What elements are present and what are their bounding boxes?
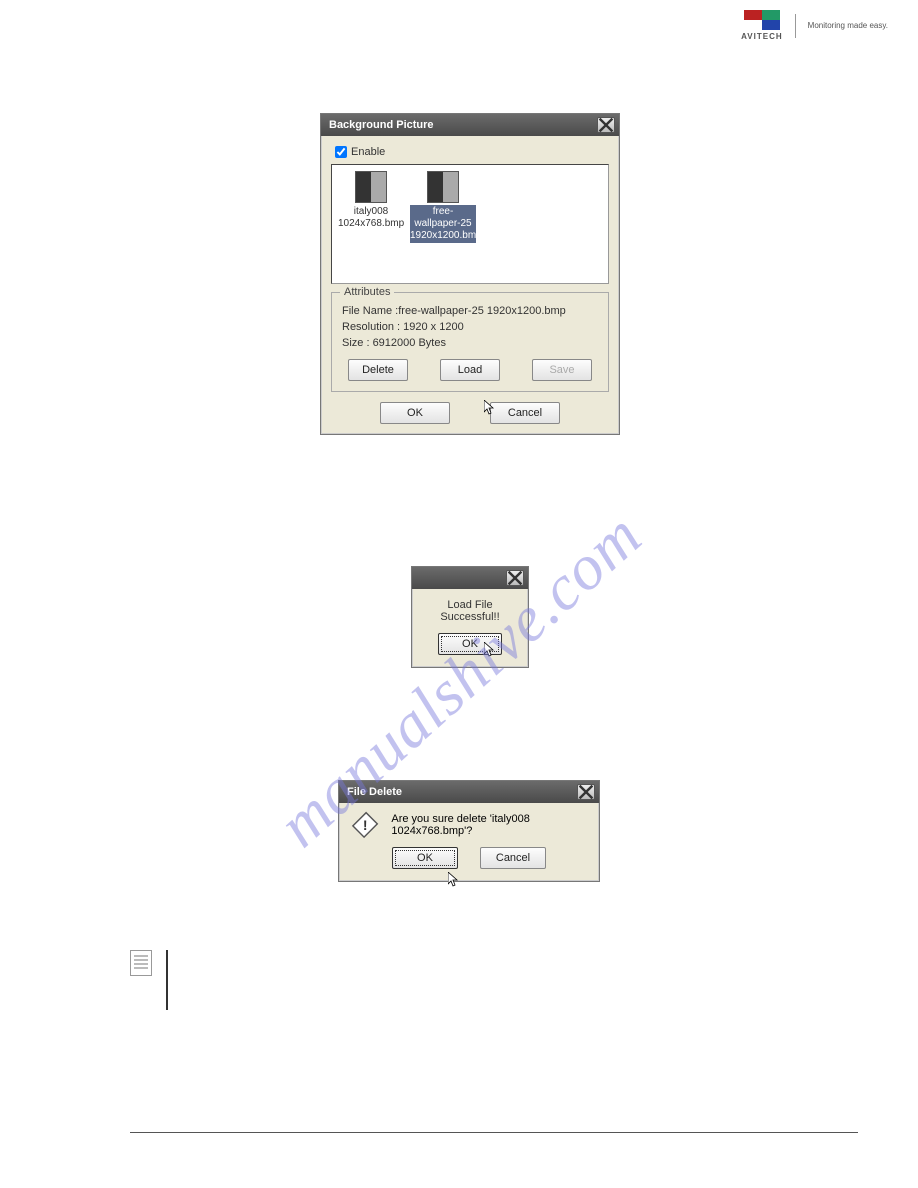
delete-button[interactable]: Delete	[348, 359, 408, 381]
logo-green	[762, 10, 780, 20]
background-picture-dialog: Background Picture Enable italy008 1024x…	[320, 113, 620, 435]
close-icon[interactable]	[506, 570, 524, 586]
cancel-button[interactable]: Cancel	[490, 402, 560, 424]
note-block	[130, 950, 168, 1010]
ok-button[interactable]: OK	[392, 847, 458, 869]
ok-cancel-row: OK Cancel	[331, 402, 609, 424]
note-icon	[130, 950, 152, 976]
enable-row: Enable	[335, 146, 609, 158]
logo-red	[744, 10, 762, 20]
note-divider	[166, 950, 168, 1010]
title-bar[interactable]: File Delete	[339, 781, 599, 803]
image-thumb-icon	[355, 171, 387, 203]
msgbox-button-row: OK	[426, 633, 514, 655]
attr-button-row: Delete Load Save	[342, 359, 598, 381]
title-bar[interactable]: Background Picture	[321, 114, 619, 136]
image-thumb-icon	[427, 171, 459, 203]
dialog-title: Background Picture	[329, 119, 434, 131]
enable-checkbox[interactable]	[335, 146, 347, 158]
msgbox-body: Are you sure delete 'italy008 1024x768.b…	[339, 803, 599, 881]
thumbnail-item[interactable]: free-wallpaper-25 1920x1200.bmp	[410, 171, 476, 243]
warning-row: Are you sure delete 'italy008 1024x768.b…	[339, 803, 599, 847]
close-icon[interactable]	[597, 117, 615, 133]
logo-blue	[762, 20, 780, 30]
load-button[interactable]: Load	[440, 359, 500, 381]
dialog-title: File Delete	[347, 786, 402, 798]
file-delete-message: Are you sure delete 'italy008 1024x768.b…	[391, 813, 585, 837]
thumbnail-label: free-wallpaper-25 1920x1200.bmp	[410, 205, 476, 243]
warning-icon	[353, 811, 377, 839]
thumbnail-label: italy008 1024x768.bmp	[338, 205, 404, 231]
thumbnail-list[interactable]: italy008 1024x768.bmp free-wallpaper-25 …	[331, 164, 609, 284]
ok-button[interactable]: OK	[438, 633, 502, 655]
brand-tagline: Monitoring made easy.	[808, 21, 888, 30]
attr-size: Size : 6912000 Bytes	[342, 337, 598, 349]
attributes-legend: Attributes	[340, 286, 394, 298]
title-bar[interactable]	[412, 567, 528, 589]
page-header: AVITECH Monitoring made easy.	[741, 10, 888, 41]
enable-label: Enable	[351, 146, 385, 158]
attributes-fieldset: Attributes File Name :free-wallpaper-25 …	[331, 292, 609, 392]
ok-button[interactable]: OK	[380, 402, 450, 424]
close-icon[interactable]	[577, 784, 595, 800]
thumbnail-item[interactable]: italy008 1024x768.bmp	[338, 171, 404, 231]
cancel-button[interactable]: Cancel	[480, 847, 546, 869]
save-button: Save	[532, 359, 592, 381]
msgbox-button-row: OK Cancel	[339, 847, 599, 881]
load-success-message: Load File Successful!!	[426, 599, 514, 623]
file-delete-dialog: File Delete Are you sure delete 'italy00…	[338, 780, 600, 882]
brand-logo: AVITECH	[741, 10, 783, 41]
brand-name: AVITECH	[741, 32, 783, 41]
header-divider	[795, 14, 796, 38]
load-success-dialog: Load File Successful!! OK	[411, 566, 529, 668]
attr-filename: File Name :free-wallpaper-25 1920x1200.b…	[342, 305, 598, 317]
msgbox-body: Load File Successful!! OK	[412, 589, 528, 667]
attr-resolution: Resolution : 1920 x 1200	[342, 321, 598, 333]
logo-squares	[744, 10, 780, 30]
dialog-body: Enable italy008 1024x768.bmp free-wallpa…	[321, 136, 619, 434]
page-rule	[130, 1132, 858, 1133]
